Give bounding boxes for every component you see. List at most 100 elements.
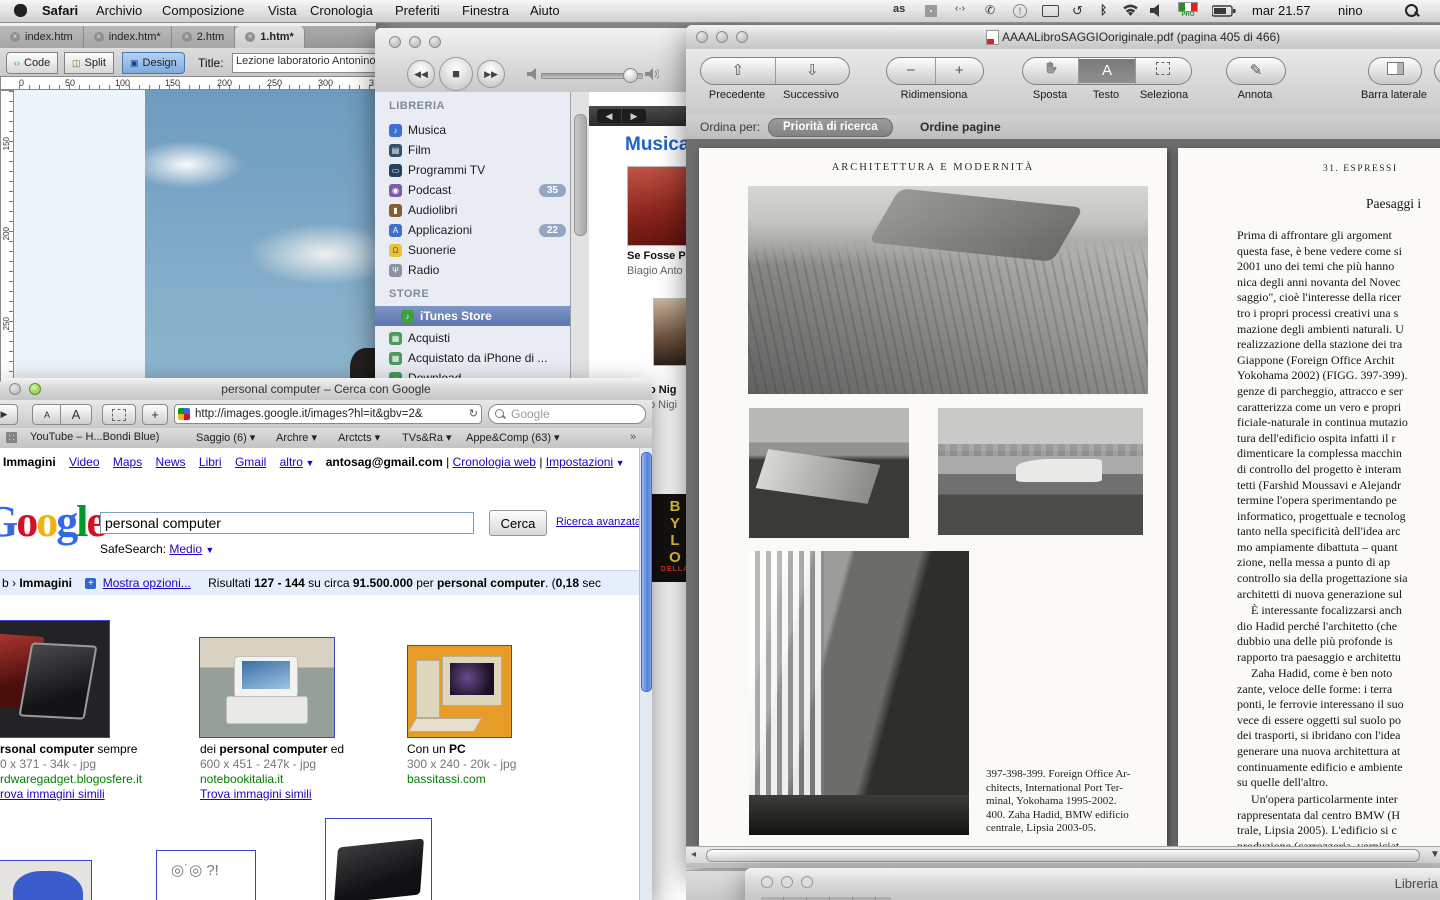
mode-buttons[interactable]: A bbox=[1022, 57, 1192, 85]
minimize-button[interactable] bbox=[781, 876, 793, 888]
result-thumbnail[interactable] bbox=[0, 620, 110, 738]
result-title[interactable]: rsonal computer sempre bbox=[0, 742, 142, 757]
bookmarks-grid-icon[interactable] bbox=[6, 432, 17, 443]
bookmarks-overflow-chevron[interactable]: » bbox=[630, 431, 636, 443]
annotate-button[interactable]: ✎ bbox=[1226, 57, 1286, 85]
sidebar-item-musica[interactable]: ♪Musica bbox=[389, 120, 566, 140]
forward-button[interactable]: ▶ bbox=[0, 404, 18, 425]
sidebar-item-acquistato-iphone[interactable]: ▦Acquistato da iPhone di ... bbox=[389, 348, 566, 368]
display-icon[interactable] bbox=[1042, 5, 1059, 17]
result-thumbnail[interactable] bbox=[0, 860, 92, 900]
phone-icon[interactable]: ✆ bbox=[985, 3, 995, 17]
bookmark-item[interactable]: YouTube – H...Bondi Blue) bbox=[30, 431, 159, 443]
sidebar-item-podcast[interactable]: ◉Podcast35 bbox=[389, 180, 566, 200]
album-title[interactable]: Se Fosse P bbox=[627, 250, 686, 262]
result-thumbnail[interactable]: ◎˙◎ ?! bbox=[156, 850, 256, 900]
previous-page-button[interactable]: ⇧ bbox=[701, 59, 775, 83]
select-tool-button[interactable] bbox=[1136, 59, 1191, 83]
sync-alert-icon[interactable]: ! bbox=[1013, 4, 1027, 18]
album-artist[interactable]: o Nigi bbox=[649, 399, 677, 411]
pdf-titlebar[interactable]: AAAALibroSAGGIOoriginale.pdf (pagina 405… bbox=[686, 25, 1440, 50]
wifi-icon[interactable] bbox=[1122, 4, 1139, 17]
sidebar-item-programmi-tv[interactable]: ▭Programmi TV bbox=[389, 160, 566, 180]
pdf-content-area[interactable]: ARCHITETTURA E MODERNITÀ 397-398-399. Fo… bbox=[686, 139, 1440, 846]
close-tab-icon[interactable]: × bbox=[10, 32, 20, 42]
close-tab-icon[interactable]: × bbox=[245, 32, 255, 42]
sort-page-order-button[interactable]: Ordine pagine bbox=[920, 120, 1001, 134]
zoom-button[interactable] bbox=[736, 31, 748, 43]
stop-button[interactable]: ■ bbox=[439, 57, 473, 91]
next-page-button[interactable]: ⇩ bbox=[776, 59, 850, 83]
close-button[interactable] bbox=[696, 31, 708, 43]
sort-priority-pill[interactable]: Priorità di ricerca bbox=[768, 118, 893, 137]
tab-index-htm-2[interactable]: ×index.htm* bbox=[84, 26, 172, 48]
menu-item[interactable]: Cronologia bbox=[310, 3, 373, 18]
bookmark-folder[interactable]: Appe&Comp (63) ▾ bbox=[466, 431, 560, 444]
close-tab-icon[interactable]: × bbox=[182, 32, 192, 42]
tab-index-htm[interactable]: ×index.htm bbox=[0, 26, 84, 48]
minimize-button[interactable] bbox=[409, 36, 421, 48]
menu-clock[interactable]: mar 21.57 bbox=[1252, 3, 1311, 18]
web-clip-button[interactable] bbox=[102, 404, 136, 425]
result-thumbnail[interactable] bbox=[407, 645, 512, 738]
safari-titlebar[interactable]: personal computer – Cerca con Google bbox=[0, 378, 652, 401]
scrollbar-thumb[interactable] bbox=[641, 452, 652, 692]
flag-pro-icon[interactable]: PRO bbox=[1178, 2, 1198, 19]
fast-user-switch-label[interactable]: nino bbox=[1338, 3, 1363, 18]
sidebar-toggle-button[interactable] bbox=[1368, 57, 1422, 85]
zoom-button[interactable] bbox=[29, 383, 41, 395]
battery-icon[interactable] bbox=[1212, 5, 1236, 17]
result-thumbnail[interactable] bbox=[325, 818, 432, 900]
previous-next-buttons[interactable]: ⇧⇩ bbox=[700, 57, 850, 85]
code-arrows-icon[interactable]: ‹·› bbox=[955, 3, 965, 14]
chevron-down-icon[interactable]: ▼ bbox=[613, 458, 624, 468]
close-button[interactable] bbox=[389, 36, 401, 48]
menu-item[interactable]: Composizione bbox=[162, 3, 244, 18]
menu-item[interactable]: Finestra bbox=[462, 3, 509, 18]
scrollbar-thumb[interactable] bbox=[706, 849, 1420, 862]
address-bar[interactable]: http://images.google.it/images?hl=it&gbv… bbox=[174, 404, 482, 424]
chevron-down-icon[interactable]: ▼ bbox=[205, 545, 214, 555]
lastfm-icon[interactable]: as bbox=[893, 3, 905, 15]
result-thumbnail[interactable] bbox=[199, 637, 335, 738]
nav-link-altro[interactable]: altro bbox=[280, 455, 303, 469]
tab-1-htm[interactable]: ×1.htm* bbox=[235, 26, 305, 48]
nav-link-libri[interactable]: Libri bbox=[199, 455, 222, 469]
volume-menu-icon[interactable] bbox=[1150, 4, 1162, 17]
volume-knob[interactable] bbox=[623, 68, 638, 83]
menu-app-name[interactable]: Safari bbox=[42, 3, 78, 18]
web-history-link[interactable]: Cronologia web bbox=[453, 455, 536, 469]
search-field-partial[interactable] bbox=[1434, 57, 1440, 85]
store-forward-button[interactable]: ▶ bbox=[622, 109, 646, 123]
minimize-button[interactable] bbox=[716, 31, 728, 43]
menu-item[interactable]: Aiuto bbox=[530, 3, 560, 18]
minimize-button[interactable] bbox=[9, 383, 21, 395]
grid-menu-icon[interactable] bbox=[925, 5, 937, 17]
zoom-buttons[interactable]: −+ bbox=[886, 57, 984, 85]
plus-box-icon[interactable]: + bbox=[85, 578, 96, 589]
smaller-text-button[interactable]: A bbox=[32, 404, 62, 425]
nav-link-news[interactable]: News bbox=[156, 455, 186, 469]
reload-icon[interactable]: ↻ bbox=[469, 407, 478, 420]
similar-images-link[interactable]: Trova immagini simili bbox=[200, 787, 312, 801]
code-view-button[interactable]: ‹›Code bbox=[6, 52, 58, 74]
bookmark-folder[interactable]: TVs&Ra ▾ bbox=[402, 431, 452, 444]
bookmark-folder[interactable]: Arctcts ▾ bbox=[338, 431, 380, 444]
sidebar-item-acquisti[interactable]: ▦Acquisti bbox=[389, 328, 566, 348]
scroll-down-arrow[interactable]: ▼ bbox=[1430, 849, 1440, 860]
album-artist[interactable]: Biagio Anto bbox=[627, 265, 683, 277]
tab-2-htm[interactable]: ×2.htm bbox=[172, 26, 236, 48]
result-title[interactable]: Con un PC bbox=[407, 742, 516, 757]
chevron-down-icon[interactable]: ▼ bbox=[303, 458, 314, 468]
close-tab-icon[interactable]: × bbox=[94, 32, 104, 42]
nav-link-gmail[interactable]: Gmail bbox=[235, 455, 266, 469]
page-scrollbar[interactable] bbox=[639, 448, 652, 900]
next-track-button[interactable]: ▶▶ bbox=[477, 60, 505, 88]
sidebar-item-suonerie[interactable]: ΩSuonerie bbox=[389, 240, 566, 260]
time-machine-icon[interactable]: ↺ bbox=[1072, 3, 1083, 19]
similar-images-link[interactable]: rova immagini simili bbox=[0, 787, 105, 801]
split-view-button[interactable]: ◫Split bbox=[64, 52, 114, 74]
result-title[interactable]: dei personal computer ed bbox=[200, 742, 344, 757]
larger-text-button[interactable]: A bbox=[60, 404, 92, 425]
safesearch-level-link[interactable]: Medio bbox=[169, 542, 202, 556]
